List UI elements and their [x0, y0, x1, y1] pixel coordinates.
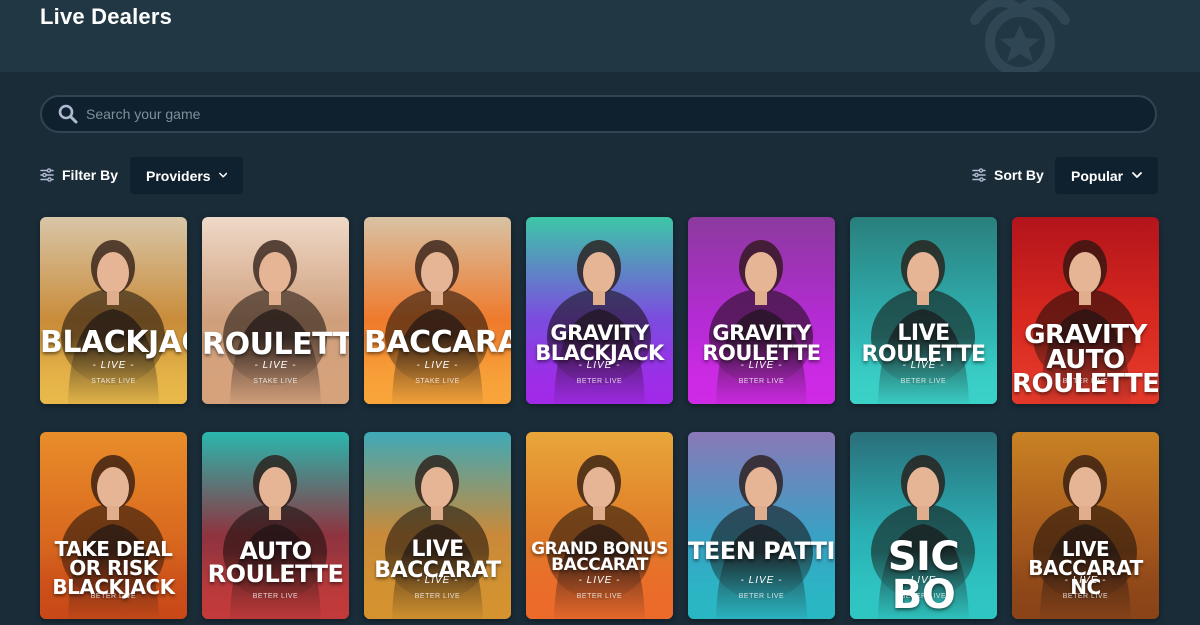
game-card[interactable]: BLACKJACK- LIVE - STAKE LIVE — [40, 217, 187, 404]
game-card[interactable]: ROULETTE- LIVE - STAKE LIVE — [202, 217, 349, 404]
game-card[interactable]: GRAND BONUS BACCARAT - LIVE - BETER LIVE — [526, 432, 673, 619]
game-provider: BETER LIVE — [576, 593, 623, 600]
game-provider: BETER LIVE — [90, 593, 137, 600]
dealer-image — [526, 240, 673, 404]
game-title: GRAVITY ROULETTE — [702, 321, 821, 365]
game-card[interactable]: LIVE ROULETTE - LIVE - BETER LIVE — [850, 217, 997, 404]
search-input[interactable] — [86, 99, 1155, 129]
game-title: TAKE DEAL OR RISK BLACKJACK — [52, 537, 175, 599]
sliders-icon — [40, 168, 54, 182]
game-title: LIVE BACCARAT NC — [1028, 537, 1143, 599]
game-provider: STAKE LIVE — [253, 378, 298, 385]
game-title: BLACKJACK — [40, 325, 187, 360]
game-card[interactable]: GRAVITY BLACKJACK - LIVE - BETER LIVE — [526, 217, 673, 404]
dealer-image — [364, 455, 511, 619]
game-provider: BETER LIVE — [738, 378, 785, 385]
game-live-tag: - LIVE - — [578, 360, 621, 371]
dealer-image — [202, 455, 349, 619]
page-title: Live Dealers — [40, 4, 173, 29]
game-card[interactable]: GRAVITY AUTO ROULETTE BETER LIVE — [1012, 217, 1159, 404]
providers-dropdown[interactable]: Providers — [130, 157, 243, 194]
game-provider: BETER LIVE — [1062, 378, 1109, 385]
game-card[interactable]: TAKE DEAL OR RISK BLACKJACK BETER LIVE — [40, 432, 187, 619]
game-live-tag: - LIVE - — [416, 575, 459, 586]
game-live-tag: - LIVE - — [902, 360, 945, 371]
game-title: AUTO ROULETTE — [207, 537, 344, 588]
game-title: GRAVITY BLACKJACK — [535, 321, 664, 365]
game-title: ROULETTE — [202, 327, 349, 362]
game-provider: BETER LIVE — [1062, 593, 1109, 600]
game-provider: STAKE LIVE — [91, 378, 136, 385]
game-card[interactable]: LIVE BACCARAT NC - LIVE - BETER LIVE — [1012, 432, 1159, 619]
game-provider: BETER LIVE — [576, 378, 623, 385]
dealer-image — [40, 240, 187, 404]
game-provider: BETER LIVE — [900, 378, 947, 385]
game-live-tag: - LIVE - — [740, 360, 783, 371]
page-header: Live Dealers — [0, 0, 1200, 72]
game-live-tag: - LIVE - — [902, 575, 945, 586]
game-card[interactable]: SIC BO - LIVE - BETER LIVE — [850, 432, 997, 619]
game-provider: BETER LIVE — [414, 593, 461, 600]
game-title: BACCARAT — [364, 325, 511, 360]
game-title: GRAND BONUS BACCARAT — [531, 539, 668, 576]
game-live-tag: - LIVE - — [92, 360, 135, 371]
dealer-image — [688, 455, 835, 619]
chevron-down-icon — [1132, 172, 1142, 178]
game-provider: STAKE LIVE — [415, 378, 460, 385]
game-live-tag: - LIVE - — [740, 575, 783, 586]
game-live-tag: - LIVE - — [578, 575, 621, 586]
game-card[interactable]: GRAVITY ROULETTE - LIVE - BETER LIVE — [688, 217, 835, 404]
game-title: GRAVITY AUTO ROULETTE — [1012, 320, 1159, 400]
search-icon — [58, 104, 78, 124]
game-provider: BETER LIVE — [738, 593, 785, 600]
casino-crown-logo-icon — [970, 0, 1070, 72]
dealer-image — [850, 240, 997, 404]
game-grid-row-1: BLACKJACK- LIVE -STAKE LIVEROULETTE- LIV… — [40, 217, 1159, 404]
game-card[interactable]: AUTO ROULETTE BETER LIVE — [202, 432, 349, 619]
game-live-tag: - LIVE - — [254, 360, 297, 371]
search-bar[interactable] — [40, 95, 1157, 133]
sort-by-label: Sort By — [972, 160, 1044, 190]
sliders-icon — [972, 168, 986, 182]
dealer-image — [526, 455, 673, 619]
dealer-image — [364, 240, 511, 404]
filter-by-label: Filter By — [40, 160, 118, 190]
dealer-image — [202, 240, 349, 404]
game-provider: BETER LIVE — [900, 593, 947, 600]
sort-dropdown-label: Popular — [1071, 167, 1124, 184]
filter-by-text: Filter By — [62, 167, 119, 183]
game-title: TEEN PATTI — [688, 537, 835, 565]
game-live-tag: - LIVE - — [416, 360, 459, 371]
game-live-tag: - LIVE - — [1064, 575, 1107, 586]
sort-by-text: Sort By — [994, 167, 1044, 183]
sort-dropdown[interactable]: Popular — [1055, 157, 1158, 194]
game-card[interactable]: TEEN PATTI - LIVE - BETER LIVE — [688, 432, 835, 619]
game-card[interactable]: LIVE BACCARAT - LIVE - BETER LIVE — [364, 432, 511, 619]
chevron-down-icon — [218, 172, 227, 178]
dealer-image — [688, 240, 835, 404]
game-provider: BETER LIVE — [252, 593, 299, 600]
game-card[interactable]: BACCARAT- LIVE - STAKE LIVE — [364, 217, 511, 404]
providers-dropdown-label: Providers — [146, 167, 211, 184]
game-grid-row-2: TAKE DEAL OR RISK BLACKJACK BETER LIVE AUT… — [40, 432, 1159, 619]
